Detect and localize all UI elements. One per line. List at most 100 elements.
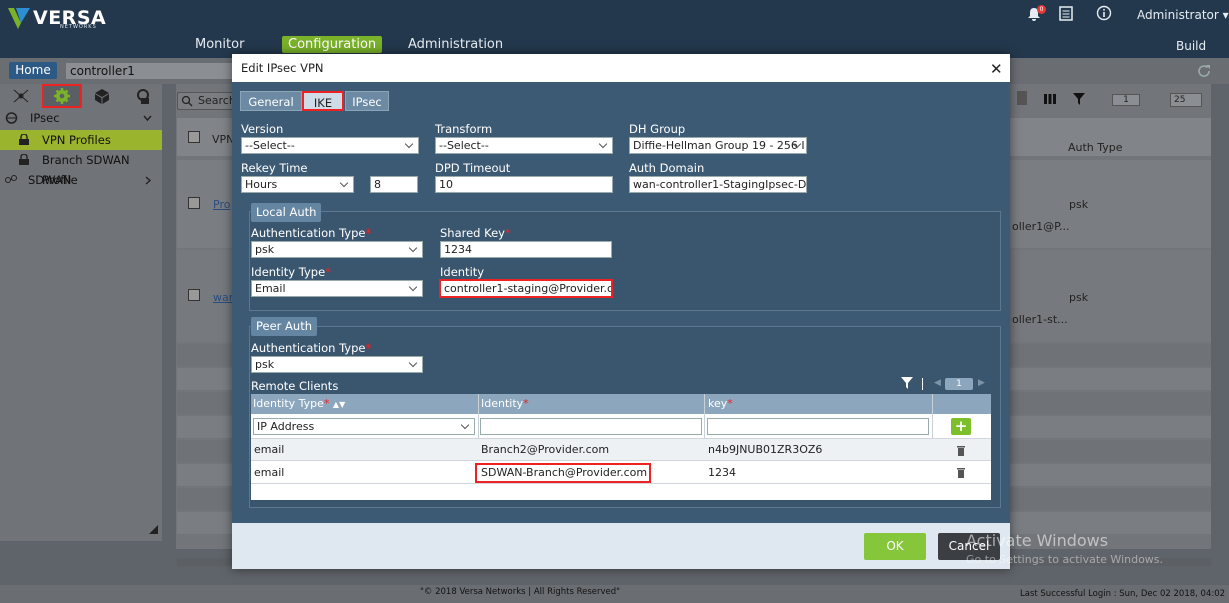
brand-sub: NETWORKS (60, 24, 97, 30)
sdwan-icon (5, 175, 17, 183)
auth-domain-input[interactable]: wan-controller1-StagingIpsec-Dom (629, 176, 807, 193)
refresh-icon[interactable] (1196, 63, 1212, 79)
new-identity-input[interactable] (480, 418, 702, 435)
row-checkbox[interactable] (188, 289, 200, 301)
close-icon[interactable]: ✕ (990, 60, 1003, 78)
export-icon[interactable] (1017, 91, 1027, 105)
dialog-header (232, 54, 1010, 82)
add-remote-client-button[interactable]: + (951, 418, 971, 435)
dh-group-label: DH Group (629, 122, 686, 136)
search-icon (181, 95, 193, 107)
globe-icon (5, 112, 18, 124)
row-auth-type: psk (1069, 291, 1089, 304)
remote-clients-label: Remote Clients (251, 379, 339, 393)
grid-page-size[interactable]: 25 (1170, 93, 1202, 107)
nav-monitor[interactable]: Monitor (195, 37, 244, 52)
last-login-text: Last Successful Login : Sun, Dec 02 2018… (1020, 589, 1226, 599)
rekey-time-input[interactable]: 8 (370, 176, 418, 193)
row-identity: oller1@P... (1012, 220, 1070, 233)
client-identity-type: email (254, 443, 285, 456)
document-icon[interactable] (1059, 6, 1073, 21)
local-auth-type-label: Authentication Type* (251, 226, 372, 240)
toolbar-divider (922, 378, 923, 390)
tab-ipsec[interactable]: IPsec (345, 91, 389, 111)
identity-type-select[interactable]: Email (251, 280, 423, 297)
activate-windows-hint: Go to Settings to activate Windows. (966, 553, 1164, 566)
ok-button[interactable]: OK (864, 533, 926, 560)
vpn-name-link[interactable]: war (213, 291, 233, 304)
nav-build[interactable]: Build (1176, 39, 1206, 53)
filter-icon[interactable] (1073, 93, 1085, 105)
column-key[interactable]: key* (708, 397, 733, 410)
local-auth-type-select[interactable]: psk (251, 241, 423, 258)
shared-key-label: Shared Key* (440, 226, 511, 240)
info-icon[interactable] (1096, 5, 1112, 21)
trash-icon[interactable] (956, 467, 966, 478)
nav-configuration[interactable]: Configuration (282, 36, 383, 53)
select-all-checkbox[interactable] (188, 131, 200, 143)
trash-icon[interactable] (956, 445, 966, 456)
transform-label: Transform (435, 122, 493, 136)
local-identity-input[interactable]: controller1-staging@Provider.cor (439, 279, 613, 298)
transform-select[interactable]: --Select-- (435, 137, 613, 154)
cube-icon[interactable] (92, 87, 112, 105)
next-page-icon[interactable]: ▶ (978, 378, 985, 388)
remote-clients-page[interactable]: 1 (945, 378, 973, 390)
tab-general[interactable]: General (240, 91, 302, 111)
filter-icon[interactable] (900, 377, 914, 389)
sidebar-item-sdwan[interactable]: SDWAN (0, 170, 162, 190)
dpd-timeout-input[interactable]: 10 (435, 176, 613, 193)
sidebar-item-ipsec[interactable]: IPsec (0, 108, 162, 128)
new-identity-type-select[interactable]: IP Address (253, 418, 475, 435)
client-identity: SDWAN-Branch@Provider.com (475, 463, 651, 483)
network-icon[interactable] (11, 87, 31, 105)
row-divider (251, 483, 991, 484)
local-auth-title: Local Auth (251, 203, 322, 222)
alert-count-badge: 0 (1037, 5, 1046, 14)
client-identity: Branch2@Provider.com (481, 443, 610, 456)
chevron-down-icon[interactable] (143, 114, 152, 122)
peer-auth-title: Peer Auth (251, 317, 318, 336)
user-menu[interactable]: Administrator ▾ (1137, 8, 1229, 22)
row-auth-type: psk (1069, 198, 1089, 211)
objects-icon[interactable] (133, 87, 153, 105)
table-row[interactable] (251, 439, 991, 460)
row-checkbox[interactable] (188, 197, 200, 209)
columns-icon[interactable] (1043, 93, 1057, 105)
org-selector[interactable]: controller1 (66, 63, 236, 79)
resize-handle-icon[interactable] (149, 525, 158, 534)
shared-key-input[interactable]: 1234 (440, 241, 612, 258)
dpd-timeout-label: DPD Timeout (435, 161, 511, 175)
rekey-time-label: Rekey Time (241, 161, 308, 175)
peer-auth-type-label: Authentication Type* (251, 341, 372, 355)
home-button[interactable]: Home (9, 62, 57, 79)
dh-group-select[interactable]: Diffie-Hellman Group 19 - 256 I (629, 137, 807, 154)
version-select[interactable]: --Select-- (241, 137, 419, 154)
column-identity-type[interactable]: Identity Type* ▲▼ (253, 397, 345, 410)
chevron-right-icon[interactable] (144, 176, 152, 185)
auth-domain-label: Auth Domain (629, 161, 705, 175)
identity-label: Identity (440, 265, 485, 279)
column-identity[interactable]: Identity* (481, 397, 529, 410)
column-auth-type[interactable]: Auth Type (1068, 141, 1123, 154)
client-key: n4b9JNUB01ZR3OZ6 (708, 443, 823, 456)
nav-administration[interactable]: Administration (408, 37, 503, 52)
remote-clients-header (251, 394, 991, 414)
grid-page-input[interactable]: 1 (1112, 94, 1140, 106)
identity-type-label: Identity Type* (251, 265, 331, 279)
tab-ike[interactable]: IKE (302, 91, 344, 111)
prev-page-icon[interactable]: ◀ (934, 378, 941, 388)
lock-icon (19, 134, 29, 145)
vpn-name-link[interactable]: Pro (213, 198, 230, 211)
dialog-title: Edit IPsec VPN (241, 61, 324, 75)
client-key: 1234 (708, 466, 736, 479)
copyright-text: "© 2018 Versa Networks | All Rights Rese… (420, 587, 621, 597)
new-key-input[interactable] (707, 418, 929, 435)
peer-auth-type-select[interactable]: psk (251, 356, 423, 373)
lock-icon (19, 154, 29, 165)
rekey-unit-select[interactable]: Hours (241, 176, 354, 193)
gear-icon (54, 88, 70, 104)
version-label: Version (241, 122, 284, 136)
row-identity: oller1-st... (1012, 313, 1068, 326)
activate-windows-watermark: Activate Windows (966, 531, 1109, 550)
